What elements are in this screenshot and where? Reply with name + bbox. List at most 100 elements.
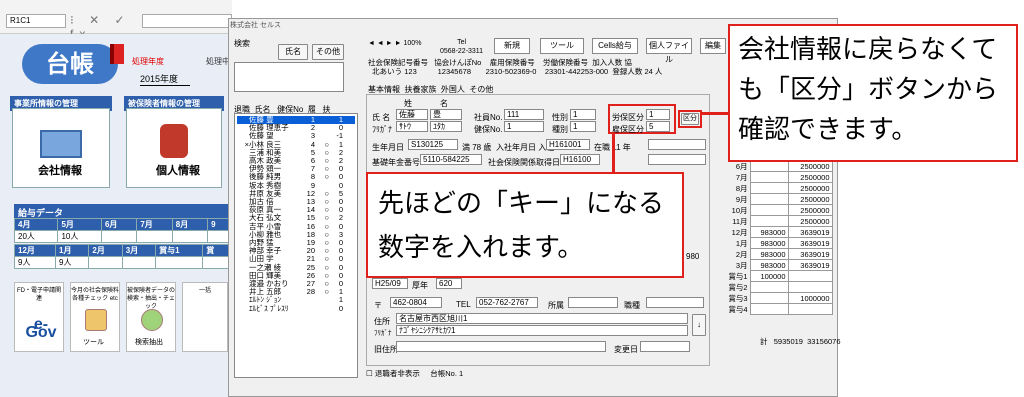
address-field[interactable]: 名古屋市西区旭川1 xyxy=(396,313,688,324)
formula-input[interactable] xyxy=(142,14,232,28)
employee-list[interactable]: 佐藤 豊 1 1 佐藤 理恵子 2 0 佐藤 望 3 -1 ×小林 良三 4 ○ 1 三浦 和美 5 ○ 2 高木… xyxy=(234,113,358,378)
building-icon[interactable] xyxy=(40,130,82,158)
salary-cell[interactable] xyxy=(787,281,833,293)
emp-kubun-field[interactable]: 5 xyxy=(646,121,670,132)
processing-year-value[interactable]: 2015年度 xyxy=(140,72,190,86)
payroll-month[interactable]: 7月 xyxy=(136,218,173,231)
egov-logo: e-Gov xyxy=(25,316,57,341)
extra-select[interactable] xyxy=(648,139,706,150)
salary-cell[interactable] xyxy=(749,171,789,183)
health-no-field[interactable]: 1 xyxy=(504,121,544,132)
tab-other[interactable]: その他 xyxy=(469,85,493,94)
gender-select[interactable]: 1 xyxy=(570,109,596,120)
search-extract-tool[interactable]: 被保険者データの検索・抽出・チェック 検索抽出 xyxy=(126,282,176,352)
salary-cell[interactable]: 983000 xyxy=(749,248,789,260)
retired-hidden-checkbox[interactable]: ☐ xyxy=(366,369,373,378)
salary-cell[interactable] xyxy=(749,204,789,216)
salary-cell[interactable]: 1000000 xyxy=(787,292,833,304)
department-select[interactable] xyxy=(568,297,618,308)
salary-cell[interactable]: 2500000 xyxy=(787,193,833,205)
salary-cell[interactable] xyxy=(787,270,833,282)
grade-value-field[interactable]: 620 xyxy=(436,278,462,289)
salary-cell[interactable]: 2500000 xyxy=(787,204,833,216)
salary-cell[interactable]: 2500000 xyxy=(787,182,833,194)
kubun-button[interactable]: 区分 xyxy=(681,113,699,125)
salary-cell[interactable]: 3639019 xyxy=(787,259,833,271)
payroll-month[interactable]: 賞与1 xyxy=(155,244,204,257)
join-field[interactable]: H161001 xyxy=(546,139,590,150)
person-info-button[interactable]: 個人情報 xyxy=(156,162,200,178)
other-search-button[interactable]: その他 xyxy=(312,44,344,60)
last-name-field[interactable]: 佐藤 xyxy=(396,109,428,120)
salary-cell[interactable]: 2500000 xyxy=(787,215,833,227)
payroll-month[interactable]: 12月 xyxy=(13,244,57,257)
address-kana-field[interactable]: ﾅｺﾞﾔｼﾆｼｸｱｻﾋｶﾜ1 xyxy=(396,325,688,336)
tab-dependents[interactable]: 扶養家族 xyxy=(404,85,436,94)
cell-reference-box[interactable]: R1C1 xyxy=(6,14,66,28)
salary-cell[interactable]: 3639019 xyxy=(787,237,833,249)
address-expand-button[interactable]: ↓ xyxy=(692,314,706,336)
payroll-month[interactable]: 5月 xyxy=(57,218,102,231)
person-icon[interactable] xyxy=(160,124,188,158)
payroll-month[interactable]: 8月 xyxy=(171,218,209,231)
search-input[interactable] xyxy=(234,62,344,92)
monthly-check-tool[interactable]: 今月の社会保険料各種チェック etc ツール xyxy=(70,282,120,352)
salary-cell[interactable] xyxy=(749,281,789,293)
last-kana-field[interactable]: ｻﾄｳ xyxy=(396,121,428,132)
salary-cell[interactable]: 2500000 xyxy=(787,160,833,172)
salary-cell[interactable] xyxy=(749,215,789,227)
egov-tool[interactable]: FD・電子申請関連 e-Gov xyxy=(14,282,64,352)
processing-year-label: 処理年度 xyxy=(132,57,164,66)
payroll-month[interactable]: 2月 xyxy=(88,244,123,257)
job-select[interactable] xyxy=(646,297,704,308)
tab-basic[interactable]: 基本情報 xyxy=(368,85,400,94)
salary-cell[interactable] xyxy=(787,303,833,315)
record-navigator[interactable]: ◄ ◄ ► ► 100% xyxy=(368,40,421,47)
formula-buttons[interactable]: ⁝ ✕ ✓ fx xyxy=(70,13,140,41)
first-kana-field[interactable]: ﾕﾀｶ xyxy=(430,121,462,132)
salary-cell[interactable] xyxy=(749,303,789,315)
first-name-field[interactable]: 豊 xyxy=(430,109,462,120)
salary-cell[interactable] xyxy=(749,193,789,205)
salary-cell[interactable]: 3639019 xyxy=(787,226,833,238)
salary-cell[interactable] xyxy=(749,182,789,194)
salary-cell[interactable]: 983000 xyxy=(749,259,789,271)
emp-no-field[interactable]: 111 xyxy=(504,109,544,120)
employee-list-item[interactable]: ｴﾙﾋﾞｽ ﾌﾟﾚｽﾘ 0 xyxy=(237,304,355,313)
payroll-month[interactable]: 1月 xyxy=(55,244,90,257)
salary-cell[interactable] xyxy=(749,292,789,304)
extra-select-2[interactable] xyxy=(648,154,706,165)
zip-field[interactable]: 462-0804 xyxy=(390,297,442,308)
tool-button[interactable]: ツール xyxy=(540,38,584,54)
salary-cell[interactable]: 983000 xyxy=(749,226,789,238)
grade-date-field[interactable]: H25/09 xyxy=(372,278,408,289)
new-button[interactable]: 新規 xyxy=(494,38,530,54)
salary-cell[interactable]: 3639019 xyxy=(787,248,833,260)
name-search-button[interactable]: 氏名 xyxy=(278,44,308,60)
payroll-month[interactable]: 6月 xyxy=(100,218,138,231)
cells-salary-button[interactable]: Cells給与 xyxy=(592,38,638,54)
payroll-month[interactable]: 3月 xyxy=(121,244,157,257)
payroll-month[interactable]: 9 xyxy=(207,218,229,231)
labor-kubun-field[interactable]: 1 xyxy=(646,109,670,120)
payroll-count xyxy=(207,230,229,243)
personal-file-button[interactable]: 個人ファイル xyxy=(646,38,692,64)
acquire-field[interactable]: H16100 xyxy=(560,154,600,165)
old-address-field[interactable] xyxy=(396,341,606,352)
salary-cell[interactable] xyxy=(749,160,789,172)
bulk-tool[interactable]: 一括 xyxy=(182,282,228,352)
payroll-month[interactable]: 賞 xyxy=(202,244,229,257)
nav-arrows[interactable]: ◄ ◄ ► ► xyxy=(368,40,402,47)
edit-button[interactable]: 編集 xyxy=(700,38,726,54)
birth-field[interactable]: S130125 xyxy=(408,139,458,150)
salary-cell[interactable]: 100000 xyxy=(749,270,789,282)
company-info-button[interactable]: 会社情報 xyxy=(38,162,82,178)
pension-field[interactable]: 5110-584225 xyxy=(420,154,482,165)
tab-foreigner[interactable]: 外国人 xyxy=(441,85,465,94)
salary-cell[interactable]: 983000 xyxy=(749,237,789,249)
type-select[interactable]: 1 xyxy=(570,121,596,132)
salary-cell[interactable]: 2500000 xyxy=(787,171,833,183)
change-date-field[interactable] xyxy=(640,341,690,352)
tel2-field[interactable]: 052-762-2767 xyxy=(476,297,538,308)
payroll-month[interactable]: 4月 xyxy=(13,218,59,231)
